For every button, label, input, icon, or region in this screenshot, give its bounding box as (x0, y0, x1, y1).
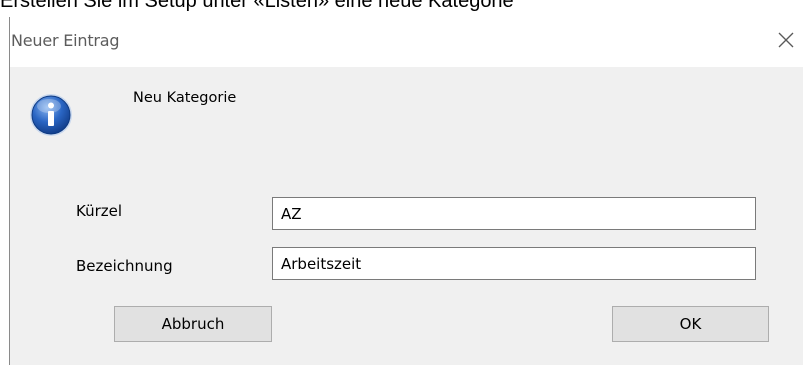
kuerzel-input[interactable] (272, 197, 756, 230)
cancel-button[interactable]: Abbruch (114, 306, 272, 342)
dialog-titlebar: Neuer Eintrag (10, 17, 803, 67)
new-entry-dialog: Neuer Eintrag Neu Kategorie Kürzel Bezei… (9, 17, 803, 365)
kuerzel-label: Kürzel (76, 202, 123, 220)
close-button[interactable] (769, 23, 803, 57)
dialog-message: Neu Kategorie (133, 90, 237, 106)
bezeichnung-label: Bezeichnung (76, 257, 173, 275)
dialog-title: Neuer Eintrag (11, 31, 120, 50)
info-icon (30, 94, 72, 136)
close-icon (778, 32, 794, 48)
ok-button[interactable]: OK (612, 306, 769, 342)
bezeichnung-input[interactable] (272, 247, 756, 280)
document-heading: Erstellen Sie im Setup unter «Listen» ei… (0, 0, 514, 12)
